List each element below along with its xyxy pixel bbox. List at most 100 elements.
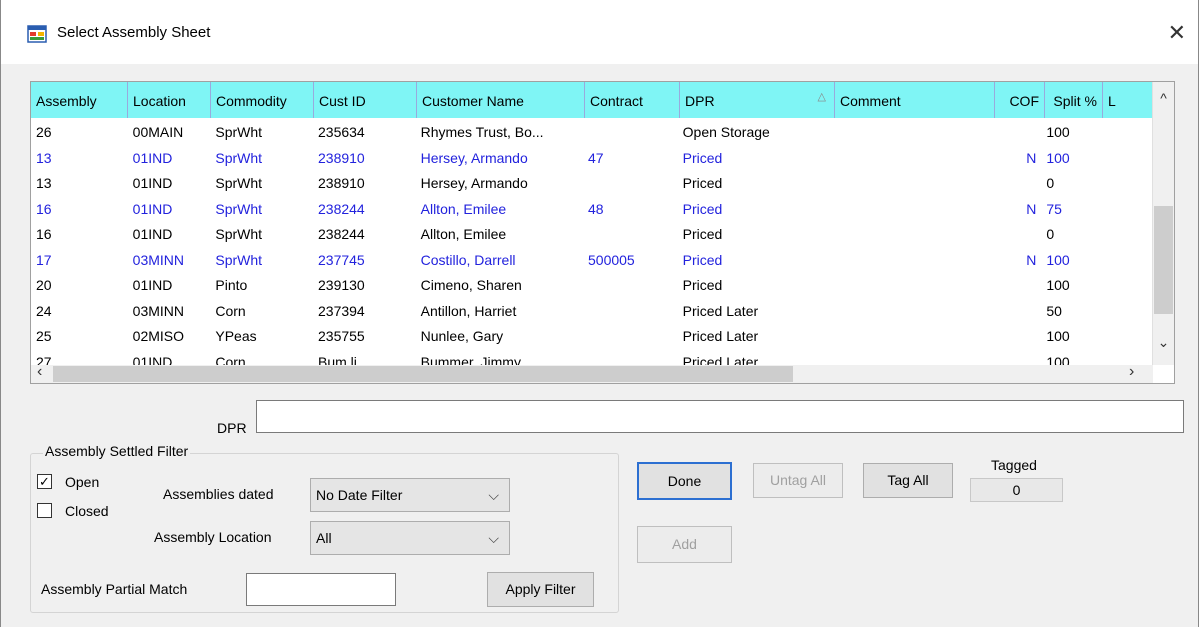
table-cell: 239130 bbox=[318, 277, 365, 293]
assembly-location-value: All bbox=[316, 530, 332, 546]
table-cell: Rhymes Trust, Bo... bbox=[420, 124, 544, 140]
tag-all-button[interactable]: Tag All bbox=[863, 463, 953, 498]
table-cell: 01IND bbox=[132, 277, 173, 293]
column-header[interactable]: Customer Name bbox=[417, 82, 585, 118]
done-button[interactable]: Done bbox=[637, 462, 732, 500]
table-row[interactable]: 26 00MAIN SprWht 235634 Rhymes Trust, Bo... O… bbox=[31, 120, 1149, 146]
table-cell bbox=[991, 222, 1041, 248]
grid-rows: 26 00MAIN SprWht 235634 Rhymes Trust, Bo... O… bbox=[31, 120, 1149, 366]
table-cell: 48 bbox=[588, 200, 604, 217]
column-header[interactable]: L bbox=[1103, 82, 1153, 118]
scroll-right-icon[interactable]: › bbox=[1129, 363, 1134, 381]
column-header[interactable]: COF bbox=[995, 82, 1045, 118]
table-cell bbox=[832, 350, 991, 367]
table-cell: 0 bbox=[1046, 226, 1055, 242]
scroll-left-icon[interactable]: ‹ bbox=[37, 363, 42, 381]
column-header[interactable]: Commodity bbox=[211, 82, 314, 118]
table-cell: Priced bbox=[682, 200, 723, 217]
table-row[interactable]: 25 02MISO YPeas 235755 Nunlee, Gary Priced La… bbox=[31, 324, 1149, 350]
apply-filter-button[interactable]: Apply Filter bbox=[487, 572, 594, 607]
table-cell bbox=[832, 273, 991, 299]
table-cell: 27 bbox=[36, 353, 52, 367]
table-cell bbox=[832, 248, 991, 274]
table-row[interactable]: 20 01IND Pinto 239130 Cimeno, Sharen Priced 10… bbox=[31, 273, 1149, 299]
table-cell bbox=[1099, 299, 1149, 325]
table-cell: Priced bbox=[682, 175, 723, 191]
table-cell bbox=[832, 171, 991, 197]
table-row[interactable]: 16 01IND SprWht 238244 Allton, Emilee 48 Price… bbox=[31, 197, 1149, 223]
table-cell: 235755 bbox=[318, 328, 365, 344]
horizontal-scroll-thumb[interactable] bbox=[53, 366, 793, 382]
add-button[interactable]: Add bbox=[637, 526, 732, 563]
table-row[interactable]: 27 01IND Corn Bum li... Bummer, Jimmy Priced … bbox=[31, 350, 1149, 367]
table-cell: SprWht bbox=[215, 200, 263, 217]
table-cell: 0 bbox=[1046, 175, 1055, 191]
column-header[interactable]: Contract bbox=[585, 82, 680, 118]
app-window-icon bbox=[27, 25, 47, 43]
untag-all-button[interactable]: Untag All bbox=[753, 463, 843, 498]
column-header[interactable]: Location bbox=[128, 82, 211, 118]
table-row[interactable]: 17 03MINN SprWht 237745 Costillo, Darrell 500… bbox=[31, 248, 1149, 274]
table-cell bbox=[991, 120, 1041, 146]
open-label: Open bbox=[65, 474, 100, 490]
closed-label: Closed bbox=[65, 503, 109, 519]
column-header[interactable]: Assembly bbox=[31, 82, 128, 118]
table-cell: 20 bbox=[36, 277, 52, 293]
table-cell: Priced bbox=[682, 251, 723, 268]
table-cell: 100 bbox=[1046, 353, 1070, 367]
table-cell: SprWht bbox=[215, 251, 263, 268]
table-row[interactable]: 16 01IND SprWht 238244 Allton, Emilee Priced 0 bbox=[31, 222, 1149, 248]
table-cell: Pinto bbox=[215, 277, 248, 293]
table-cell bbox=[1099, 197, 1149, 223]
table-cell bbox=[832, 299, 991, 325]
table-cell: Cimeno, Sharen bbox=[420, 277, 522, 293]
table-cell: N bbox=[1026, 251, 1037, 268]
table-cell: 238244 bbox=[318, 226, 365, 242]
table-cell: Bum li... bbox=[318, 353, 369, 367]
table-cell: 50 bbox=[1046, 302, 1062, 319]
table-row[interactable]: 24 03MINN Corn 237394 Antillon, Harriet Price… bbox=[31, 299, 1149, 325]
assemblies-dated-select[interactable]: No Date Filter ⌵ bbox=[310, 478, 510, 512]
assembly-location-select[interactable]: All ⌵ bbox=[310, 521, 510, 555]
table-cell bbox=[583, 171, 678, 197]
table-row[interactable]: 13 01IND SprWht 238910 Hersey, Armando 47 Pric… bbox=[31, 146, 1149, 172]
column-header[interactable]: Cust ID bbox=[314, 82, 417, 118]
table-cell: Priced bbox=[682, 226, 723, 242]
table-cell: Priced bbox=[682, 149, 723, 166]
table-cell: SprWht bbox=[215, 124, 263, 140]
table-cell bbox=[991, 324, 1041, 350]
table-cell: 25 bbox=[36, 328, 52, 344]
table-cell: 01IND bbox=[132, 200, 173, 217]
table-cell bbox=[1099, 248, 1149, 274]
vertical-scrollbar[interactable]: ^ ⌄ bbox=[1152, 82, 1174, 365]
table-cell: 238910 bbox=[318, 175, 365, 191]
vertical-scroll-thumb[interactable] bbox=[1154, 206, 1173, 314]
scroll-down-icon[interactable]: ⌄ bbox=[1153, 334, 1174, 351]
table-cell bbox=[832, 146, 991, 172]
table-cell: 01IND bbox=[132, 226, 173, 242]
open-checkbox[interactable]: ✓ bbox=[37, 474, 52, 489]
table-cell bbox=[832, 222, 991, 248]
assembly-location-label: Assembly Location bbox=[154, 529, 272, 545]
table-cell: 75 bbox=[1046, 200, 1062, 217]
table-cell bbox=[991, 299, 1041, 325]
horizontal-scrollbar[interactable]: ‹ › bbox=[31, 363, 1153, 383]
table-cell: Costillo, Darrell bbox=[420, 251, 516, 268]
table-cell: 16 bbox=[36, 226, 52, 242]
assembly-partial-match-input[interactable] bbox=[246, 573, 396, 606]
table-row[interactable]: 13 01IND SprWht 238910 Hersey, Armando Priced… bbox=[31, 171, 1149, 197]
column-header[interactable]: Comment bbox=[835, 82, 995, 118]
assembly-grid[interactable]: Assembly Location Commodity Cust ID Customer… bbox=[30, 81, 1175, 384]
column-header[interactable]: DPR △ bbox=[680, 82, 835, 118]
dpr-field[interactable] bbox=[256, 400, 1184, 433]
table-cell: 01IND bbox=[132, 175, 173, 191]
table-cell: Priced bbox=[682, 277, 723, 293]
table-cell bbox=[991, 171, 1041, 197]
table-cell: SprWht bbox=[215, 226, 263, 242]
close-icon[interactable]: ✕ bbox=[1168, 20, 1186, 46]
table-cell bbox=[583, 324, 678, 350]
table-cell: 238910 bbox=[318, 149, 365, 166]
scroll-up-icon[interactable]: ^ bbox=[1153, 90, 1174, 106]
closed-checkbox[interactable] bbox=[37, 503, 52, 518]
column-header[interactable]: Split % bbox=[1045, 82, 1103, 118]
